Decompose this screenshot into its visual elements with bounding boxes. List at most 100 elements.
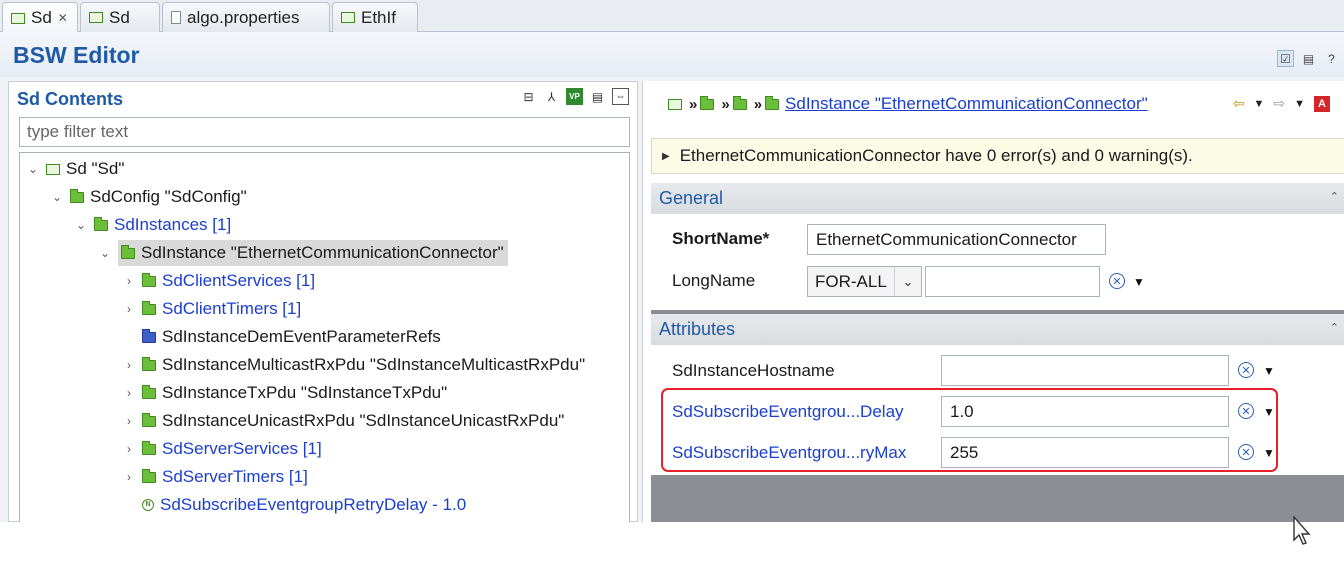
folder-icon <box>142 468 156 483</box>
chevron-down-icon[interactable]: ⌄ <box>894 267 921 296</box>
tree-node-dem-event-refs[interactable]: SdInstanceDemEventParameterRefs <box>122 324 441 350</box>
language-select[interactable]: FOR-ALL ⌄ <box>807 266 922 297</box>
vp-icon[interactable]: VP <box>566 88 583 105</box>
tree-node-sdinstances[interactable]: ⌄ SdInstances [1] <box>74 212 231 238</box>
selected-node[interactable]: SdInstance "EthernetCommunicationConnect… <box>118 240 508 266</box>
layout-icon[interactable]: ⇔ <box>612 88 629 105</box>
back-arrow-icon[interactable]: ⇦ <box>1233 95 1245 112</box>
highlight-annotation <box>661 388 1278 472</box>
tab-sd[interactable]: Sd <box>80 2 160 32</box>
tree-node-label: SdClientTimers [1] <box>162 299 302 318</box>
tree-node-retry-delay[interactable]: N SdSubscribeEventgroupRetryDelay - 1.0 <box>122 492 466 518</box>
breadcrumb-current-link[interactable]: SdInstance "EthernetCommunicationConnect… <box>785 94 1148 114</box>
panel-toolbar: ⊟ ⅄ VP ▤ ⇔ <box>520 88 629 105</box>
filter-input[interactable] <box>19 117 630 147</box>
chevron-right-icon[interactable]: › <box>122 302 136 316</box>
tab-sd-active[interactable]: Sd ✕ <box>2 2 78 33</box>
tree-node-sdclienttimers[interactable]: › SdClientTimers [1] <box>122 296 301 322</box>
chevron-down-icon[interactable]: ⌄ <box>26 162 40 176</box>
file-settings-icon[interactable]: ▤ <box>1300 50 1317 67</box>
clear-icon[interactable]: ✕ <box>1238 362 1254 378</box>
chevron-right-icon[interactable]: › <box>122 274 136 288</box>
folder-icon[interactable] <box>732 95 747 110</box>
tab-ethif[interactable]: EthIf <box>332 2 418 32</box>
validate-icon[interactable]: ☑ <box>1277 50 1294 67</box>
folder-icon <box>142 300 156 315</box>
tree-node-label: SdInstances [1] <box>114 215 232 234</box>
folder-icon <box>142 412 156 427</box>
chevron-down-icon[interactable]: ⌄ <box>98 246 112 260</box>
tab-label: Sd <box>109 7 130 27</box>
tab-algo-properties[interactable]: algo.properties <box>162 2 330 32</box>
close-icon[interactable]: ✕ <box>58 11 68 25</box>
module-icon[interactable] <box>668 98 682 110</box>
tab-label: EthIf <box>361 7 396 27</box>
tree-node-label: SdServerTimers [1] <box>162 467 308 486</box>
chevron-right-icon[interactable]: › <box>122 442 136 456</box>
tree-node-txpdu[interactable]: › SdInstanceTxPdu "SdInstanceTxPdu" <box>122 380 447 406</box>
folder-icon <box>765 95 780 110</box>
folder-icon <box>142 440 156 455</box>
tree-node-sdservertimers[interactable]: › SdServerTimers [1] <box>122 464 308 490</box>
chevron-down-icon[interactable]: ⌄ <box>50 190 64 204</box>
tree-node-sdclientservices[interactable]: › SdClientServices [1] <box>122 268 315 294</box>
chevron-down-icon[interactable]: ▼ <box>1294 98 1305 110</box>
section-header[interactable]: Attributes ⌃ <box>651 314 1344 345</box>
longname-input[interactable] <box>925 266 1100 297</box>
chevron-right-icon[interactable]: › <box>122 470 136 484</box>
folder-icon <box>142 356 156 371</box>
properties-panel: » » » SdInstance "EthernetCommunicationC… <box>642 81 1344 522</box>
document-icon[interactable]: ▤ <box>589 88 606 105</box>
tree-node-label: SdInstanceMulticastRxPdu "SdInstanceMult… <box>162 355 586 374</box>
breadcrumb-separator-icon: » <box>753 95 763 113</box>
chevron-down-icon[interactable]: ⌄ <box>74 218 88 232</box>
contents-tree: ⌄ Sd "Sd" ⌄ SdConfig "SdConfig" ⌄ SdInst… <box>19 152 630 522</box>
hostname-label: SdInstanceHostname <box>672 361 835 380</box>
help-icon[interactable]: ? <box>1323 50 1340 67</box>
header-toolbar: ☑ ▤ ? <box>1277 50 1340 67</box>
autosar-icon[interactable]: A <box>1314 95 1330 112</box>
chevron-down-icon[interactable]: ▼ <box>1133 275 1145 289</box>
clear-icon[interactable]: ✕ <box>1109 273 1125 289</box>
chevron-right-icon[interactable]: › <box>122 386 136 400</box>
mouse-cursor-icon <box>1293 516 1311 545</box>
tree-node-sdconfig[interactable]: ⌄ SdConfig "SdConfig" <box>50 184 247 210</box>
chevron-down-icon[interactable]: ▼ <box>1263 364 1275 378</box>
folder-icon <box>70 188 84 203</box>
breadcrumb-separator-icon: » <box>689 95 698 113</box>
panel-title: Sd Contents <box>17 89 123 109</box>
shortname-label: ShortName* <box>672 229 770 248</box>
expand-triangle-icon[interactable]: ▶ <box>662 151 670 162</box>
forward-arrow-icon[interactable]: ⇨ <box>1273 95 1285 112</box>
section-title: Attributes <box>659 319 736 339</box>
tree-node-label: SdInstanceDemEventParameterRefs <box>162 327 441 346</box>
editor-title: BSW Editor <box>13 42 140 68</box>
collapse-icon[interactable]: ⌃ <box>1330 190 1339 203</box>
shortname-input[interactable] <box>807 224 1106 255</box>
tree-node-label: SdConfig "SdConfig" <box>90 187 247 206</box>
tree-node-unicast-rxpdu[interactable]: › SdInstanceUnicastRxPdu "SdInstanceUnic… <box>122 408 564 434</box>
hostname-input[interactable] <box>941 355 1229 386</box>
tree-node-label: Sd "Sd" <box>66 159 125 178</box>
tree-node-sdinstance[interactable]: ⌄ SdInstance "EthernetCommunicationConne… <box>98 240 508 266</box>
chevron-right-icon[interactable]: › <box>122 414 136 428</box>
chevron-right-icon[interactable]: › <box>122 358 136 372</box>
module-icon <box>89 12 103 23</box>
folder-icon[interactable] <box>700 95 715 110</box>
tree-node-sdserverservices[interactable]: › SdServerServices [1] <box>122 436 322 462</box>
tree-node-label: SdInstanceUnicastRxPdu "SdInstanceUnicas… <box>162 411 565 430</box>
validation-message-text: EthernetCommunicationConnector have 0 er… <box>679 146 1193 165</box>
module-icon <box>341 12 355 23</box>
tree-node-sd[interactable]: ⌄ Sd "Sd" <box>26 156 124 182</box>
tree-node-multicast-rxpdu[interactable]: › SdInstanceMulticastRxPdu "SdInstanceMu… <box>122 352 585 378</box>
collapse-all-icon[interactable]: ⊟ <box>520 88 537 105</box>
contents-panel: Sd Contents ⊟ ⅄ VP ▤ ⇔ ⌄ Sd "Sd" ⌄ SdCon… <box>8 81 638 522</box>
collapse-icon[interactable]: ⌃ <box>1330 321 1339 334</box>
section-header[interactable]: General ⌃ <box>651 183 1344 214</box>
parameter-icon: N <box>142 499 154 511</box>
editor-tab-bar: Sd ✕ Sd algo.properties EthIf <box>0 0 1344 33</box>
tree-node-label: SdInstance "EthernetCommunicationConnect… <box>141 243 504 262</box>
tree-node-label: SdSubscribeEventgroupRetryDelay - 1.0 <box>160 495 467 514</box>
hierarchy-icon[interactable]: ⅄ <box>543 88 560 105</box>
chevron-down-icon[interactable]: ▼ <box>1253 98 1264 110</box>
